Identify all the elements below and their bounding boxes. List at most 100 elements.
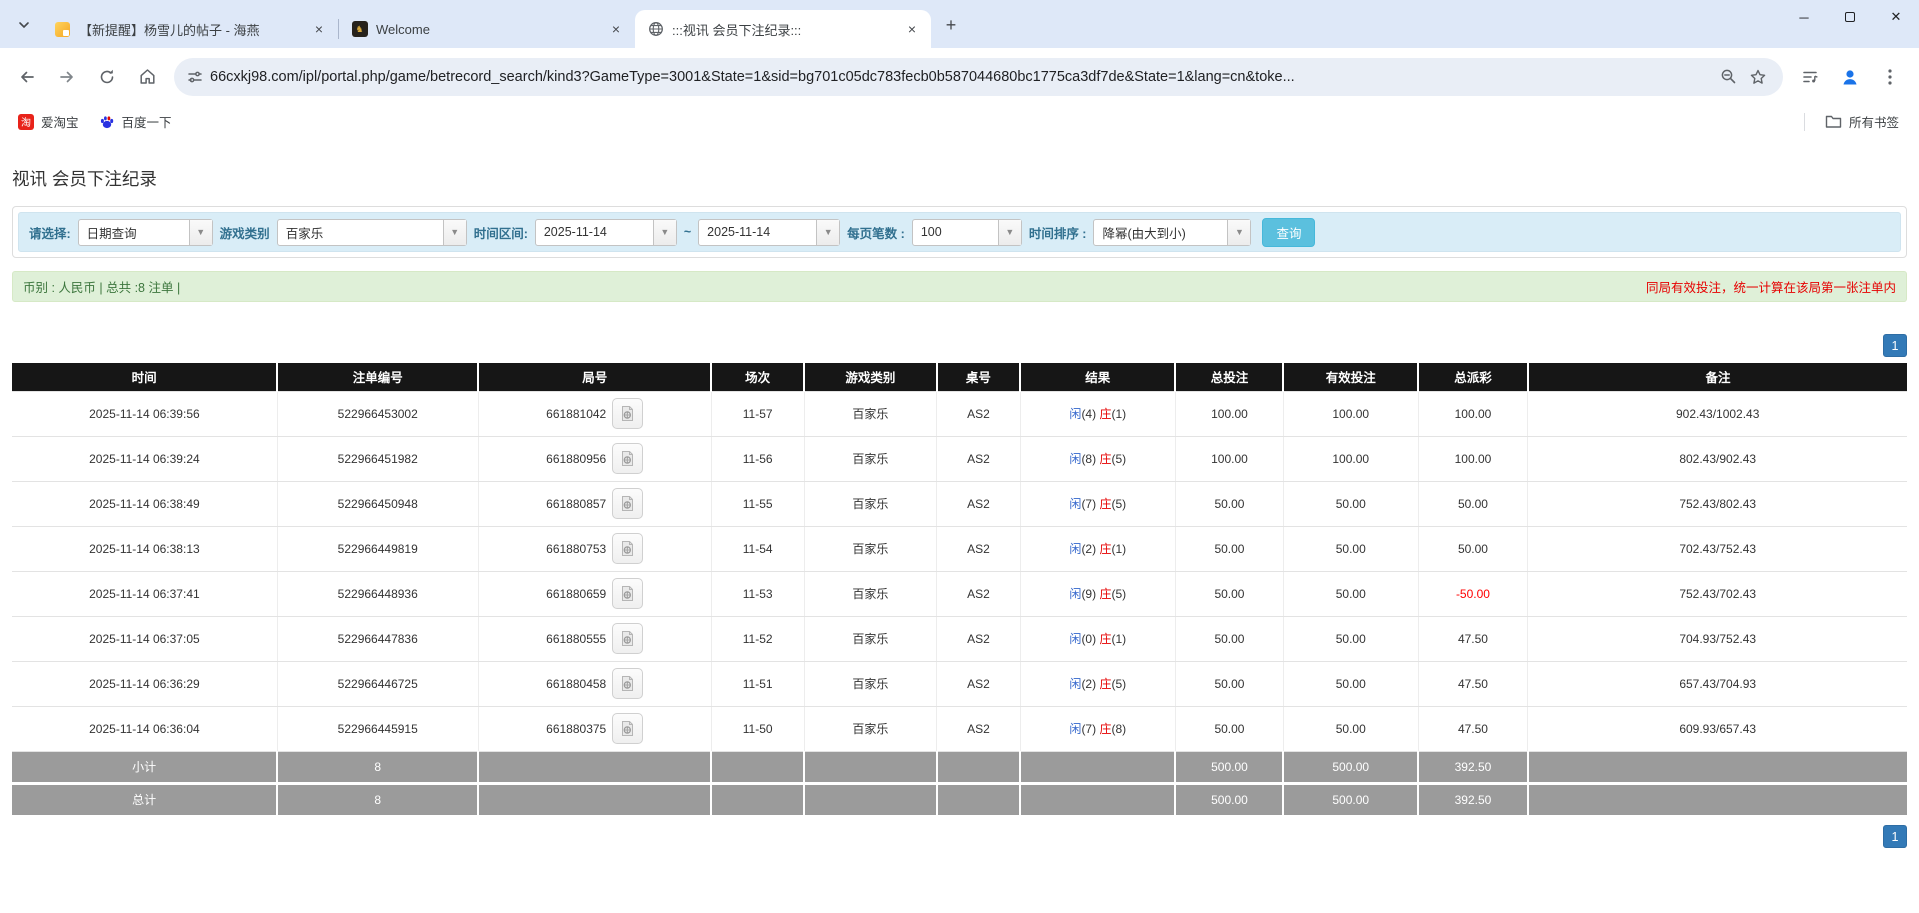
cell-session: 11-56: [711, 436, 805, 482]
cell-bet-number: 522966445915: [277, 706, 479, 752]
player-result-label: 闲: [1069, 542, 1082, 556]
cell-game-type: 百家乐: [804, 390, 938, 437]
cell-remark: 752.43/802.43: [1527, 481, 1907, 527]
minimize-button[interactable]: ─: [1781, 0, 1827, 34]
cell-total-bet-link[interactable]: 50.00: [1175, 571, 1284, 617]
cell-bet-number: 522966449819: [277, 526, 479, 572]
zoom-out-icon[interactable]: [1713, 62, 1743, 92]
cell-result: 闲(9) 庄(5): [1020, 571, 1176, 617]
all-bookmarks-button[interactable]: 所有书签: [1819, 109, 1905, 134]
arrow-left-icon: [21, 71, 34, 82]
cell-total-bet-link[interactable]: 100.00: [1175, 436, 1284, 482]
cell-time: 2025-11-14 06:36:04: [12, 706, 278, 752]
cell-total-bet-link[interactable]: 50.00: [1175, 661, 1284, 707]
cell-total-bet-link[interactable]: 50.00: [1175, 526, 1284, 572]
media-controls-button[interactable]: [1791, 58, 1829, 96]
summary-bar: 币别 : 人民币 | 总共 :8 注单 | 同局有效投注，统一计算在该局第一张注…: [12, 271, 1907, 302]
table-row: 2025-11-14 06:36:04 522966445915 6618803…: [12, 706, 1907, 752]
banker-result-label: 庄: [1099, 452, 1112, 466]
subtotal-row: 小计 8 500.00 500.00 392.50: [12, 750, 1907, 783]
cell-session: 11-55: [711, 481, 805, 527]
site-info-icon[interactable]: [180, 62, 210, 92]
tab-close-icon[interactable]: ×: [607, 20, 625, 38]
forward-button[interactable]: [48, 58, 86, 96]
cell-game-type: 百家乐: [804, 571, 938, 617]
video-replay-button[interactable]: [612, 443, 644, 474]
chevron-down-icon[interactable]: ▼: [442, 219, 466, 245]
banker-result-count: (1): [1111, 407, 1127, 421]
filter-panel: 请选择: 日期查询 ▼ 游戏类别 百家乐 ▼ 时间区间: 2025-11-14 …: [12, 206, 1907, 258]
cell-remark: 752.43/702.43: [1527, 571, 1907, 617]
tab-close-icon[interactable]: ×: [310, 20, 328, 38]
cell-bet-number: 522966453002: [277, 390, 479, 437]
tab-close-icon[interactable]: ×: [903, 20, 921, 38]
video-replay-button[interactable]: [612, 668, 644, 699]
address-bar[interactable]: 66cxkj98.com/ipl/portal.php/game/betreco…: [174, 57, 1783, 96]
profile-avatar[interactable]: [1831, 58, 1869, 96]
tab-strip: 【新提醒】杨雪儿的帖子 - 海燕 × ♞ Welcome × :::视讯 会员下…: [0, 0, 1919, 48]
close-window-button[interactable]: ✕: [1873, 0, 1919, 34]
query-mode-select[interactable]: 日期查询 ▼: [77, 218, 213, 246]
video-replay-button[interactable]: [612, 533, 644, 564]
cell-session: 11-50: [711, 706, 805, 752]
video-replay-button[interactable]: [612, 623, 644, 654]
chevron-down-icon[interactable]: ▼: [188, 219, 212, 245]
refresh-button[interactable]: [88, 58, 126, 96]
date-from-select[interactable]: 2025-11-14 ▼: [534, 218, 677, 246]
home-button[interactable]: [128, 58, 166, 96]
browser-menu-button[interactable]: [1871, 58, 1909, 96]
chevron-down-icon[interactable]: ▼: [816, 219, 840, 245]
cell-round-number: 661880555: [478, 616, 712, 662]
film-icon: [622, 586, 634, 601]
cell-total-payout: 50.00: [1418, 481, 1529, 527]
window-controls: ─ ✕: [1781, 0, 1919, 34]
tab-bet-record[interactable]: :::视讯 会员下注纪录::: ×: [635, 10, 931, 48]
player-result-label: 闲: [1069, 497, 1082, 511]
cell-table-number: AS2: [936, 616, 1021, 662]
table-row: 2025-11-14 06:37:41 522966448936 6618806…: [12, 571, 1907, 617]
page-size-select[interactable]: 100 ▼: [911, 218, 1022, 246]
date-to-select[interactable]: 2025-11-14 ▼: [698, 218, 841, 246]
header-valid-bet: 有效投注: [1283, 363, 1419, 391]
tab-search-button[interactable]: [10, 11, 38, 39]
bookmark-baidu[interactable]: 百度一下: [91, 109, 180, 134]
tab-welcome[interactable]: ♞ Welcome ×: [339, 10, 635, 48]
url-text[interactable]: 66cxkj98.com/ipl/portal.php/game/betreco…: [210, 69, 1713, 85]
video-replay-button[interactable]: [612, 398, 644, 429]
back-button[interactable]: [8, 58, 46, 96]
chevron-down-icon[interactable]: ▼: [997, 219, 1021, 245]
cell-remark: 702.43/752.43: [1527, 526, 1907, 572]
cell-total-bet-link[interactable]: 50.00: [1175, 616, 1284, 662]
header-result: 结果: [1020, 363, 1177, 391]
page-1-button[interactable]: 1: [1883, 825, 1907, 848]
cell-bet-number: 522966451982: [277, 436, 479, 482]
page-1-button[interactable]: 1: [1883, 334, 1907, 357]
bookmark-aitaobao[interactable]: 淘 爱淘宝: [10, 109, 87, 134]
chevron-down-icon[interactable]: ▼: [1227, 219, 1251, 245]
cell-result: 闲(7) 庄(8): [1020, 706, 1176, 752]
new-tab-button[interactable]: +: [937, 11, 965, 39]
time-sort-select[interactable]: 降幂(由大到小) ▼: [1093, 218, 1252, 246]
cell-total-bet-link[interactable]: 100.00: [1175, 390, 1284, 437]
cell-valid-bet: 50.00: [1283, 706, 1419, 752]
video-replay-button[interactable]: [612, 713, 644, 744]
maximize-button[interactable]: [1827, 0, 1873, 34]
tab-forum[interactable]: 【新提醒】杨雪儿的帖子 - 海燕 ×: [42, 10, 338, 48]
cell-total-bet-link[interactable]: 50.00: [1175, 481, 1284, 527]
banker-result-count: (5): [1111, 497, 1127, 511]
header-total-bet: 总投注: [1175, 363, 1285, 391]
cell-session: 11-57: [711, 390, 805, 437]
game-type-select[interactable]: 百家乐 ▼: [276, 218, 467, 246]
bookmark-star-icon[interactable]: [1743, 62, 1773, 92]
table-header-row: 时间 注单编号 局号 场次 游戏类别 桌号 结果 总投注 有效投注 总派彩 备注: [12, 363, 1907, 391]
cell-round-number: 661880458: [478, 661, 712, 707]
video-replay-button[interactable]: [612, 578, 644, 609]
video-replay-button[interactable]: [612, 488, 644, 519]
three-dot-menu-icon: [1888, 68, 1892, 85]
cell-total-bet-link[interactable]: 50.00: [1175, 706, 1284, 752]
cell-valid-bet: 50.00: [1283, 481, 1419, 527]
search-button[interactable]: 查询: [1262, 217, 1316, 247]
chevron-down-icon[interactable]: ▼: [652, 219, 676, 245]
subtotal-label: 小计: [12, 750, 279, 783]
bookmarks-bar: 淘 爱淘宝 百度一下 所有书签: [0, 105, 1919, 138]
